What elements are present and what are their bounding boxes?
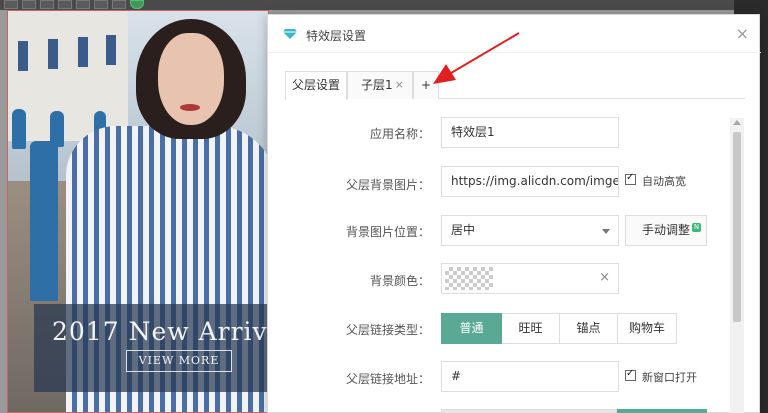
bg-position-value: 居中 [451,223,476,237]
auto-size-label: 自动高宽 [642,175,686,188]
tab-child-layer-1[interactable]: 子层1 × [347,71,413,99]
bg-position-label: 背景图片位置： [345,225,430,239]
close-tab-icon[interactable]: × [395,72,404,98]
link-type-label: 父层链接类型： [345,323,430,337]
photo-chess-piece [30,141,58,301]
photo-window [78,37,88,67]
photo-window [48,39,58,69]
clear-icon[interactable]: × [599,270,610,285]
tab-label: 子层1 [361,78,393,92]
diamond-icon [283,29,297,39]
layer-tabs: 父层设置 子层1 × + [285,71,745,100]
scroll-up-icon[interactable] [733,120,741,125]
close-icon[interactable]: × [736,24,749,43]
chevron-down-icon [602,229,610,234]
bg-color-input[interactable]: × [441,263,619,294]
link-url-label: 父层链接地址： [345,372,430,386]
bg-position-select[interactable]: 居中 [441,215,619,246]
bg-color-label: 背景颜色： [369,274,430,288]
scroll-thumb[interactable] [733,132,741,322]
scrollbar[interactable] [730,118,744,413]
partial-input [441,409,617,413]
settings-icon[interactable] [130,0,144,9]
toolbar-icon[interactable] [76,0,90,9]
transparent-swatch[interactable] [445,267,493,290]
toolbar-icon[interactable] [4,0,18,9]
next-row-partial [441,409,707,413]
photo-window [18,41,28,71]
toolbar-icon[interactable] [112,0,126,9]
manual-adjust-label: 手动调整 [641,223,690,237]
bg-image-url-input[interactable]: https://img.alicdn.com/imgextr [441,166,619,197]
link-type-cart[interactable]: 购物车 [618,313,677,344]
dialog-title: 特效层设置 [306,29,367,43]
auto-size-checkbox[interactable] [625,172,636,185]
manual-adjust-button[interactable]: 手动调整 N [625,215,707,246]
link-url-input[interactable]: # [441,361,619,392]
dialog-header: 特效层设置 × [268,15,761,53]
bg-image-label: 父层背景图片： [345,178,430,192]
toolbar-icon[interactable] [58,0,72,9]
link-type-anchor[interactable]: 锚点 [560,313,618,344]
link-type-wangwang[interactable]: 旺旺 [502,313,560,344]
photo-face [158,33,224,125]
link-type-normal[interactable]: 普通 [441,313,502,344]
link-type-segmented: 普通 旺旺 锚点 购物车 [441,313,677,344]
photo-bollard [50,111,64,147]
add-tab-button[interactable]: + [413,71,439,99]
photo-building [8,11,128,141]
banner-title: 2017 New Arrival [52,317,269,346]
banner-photo: 2017 New Arrival VIEW MORE [7,10,269,413]
mini-toolbar [4,0,144,9]
photo-window [106,35,116,65]
app-name-input[interactable]: 特效层1 [441,117,619,148]
toolbar-icon[interactable] [40,0,54,9]
tab-parent-settings[interactable]: 父层设置 [285,71,347,100]
toolbar-icon[interactable] [22,0,36,9]
app-name-label: 应用名称： [369,127,430,141]
new-window-checkbox[interactable] [625,368,636,381]
new-badge: N [692,223,701,232]
photo-bollard [12,109,26,149]
toolbar-icon[interactable] [94,0,108,9]
partial-button [617,409,707,413]
view-more-button[interactable]: VIEW MORE [126,350,232,372]
photo-lips [180,104,200,111]
effect-layer-dialog: 特效层设置 × 父层设置 子层1 × + 应用名称： 特效层1 父层背景图片： … [267,14,761,413]
new-window-label: 新窗口打开 [642,371,697,384]
